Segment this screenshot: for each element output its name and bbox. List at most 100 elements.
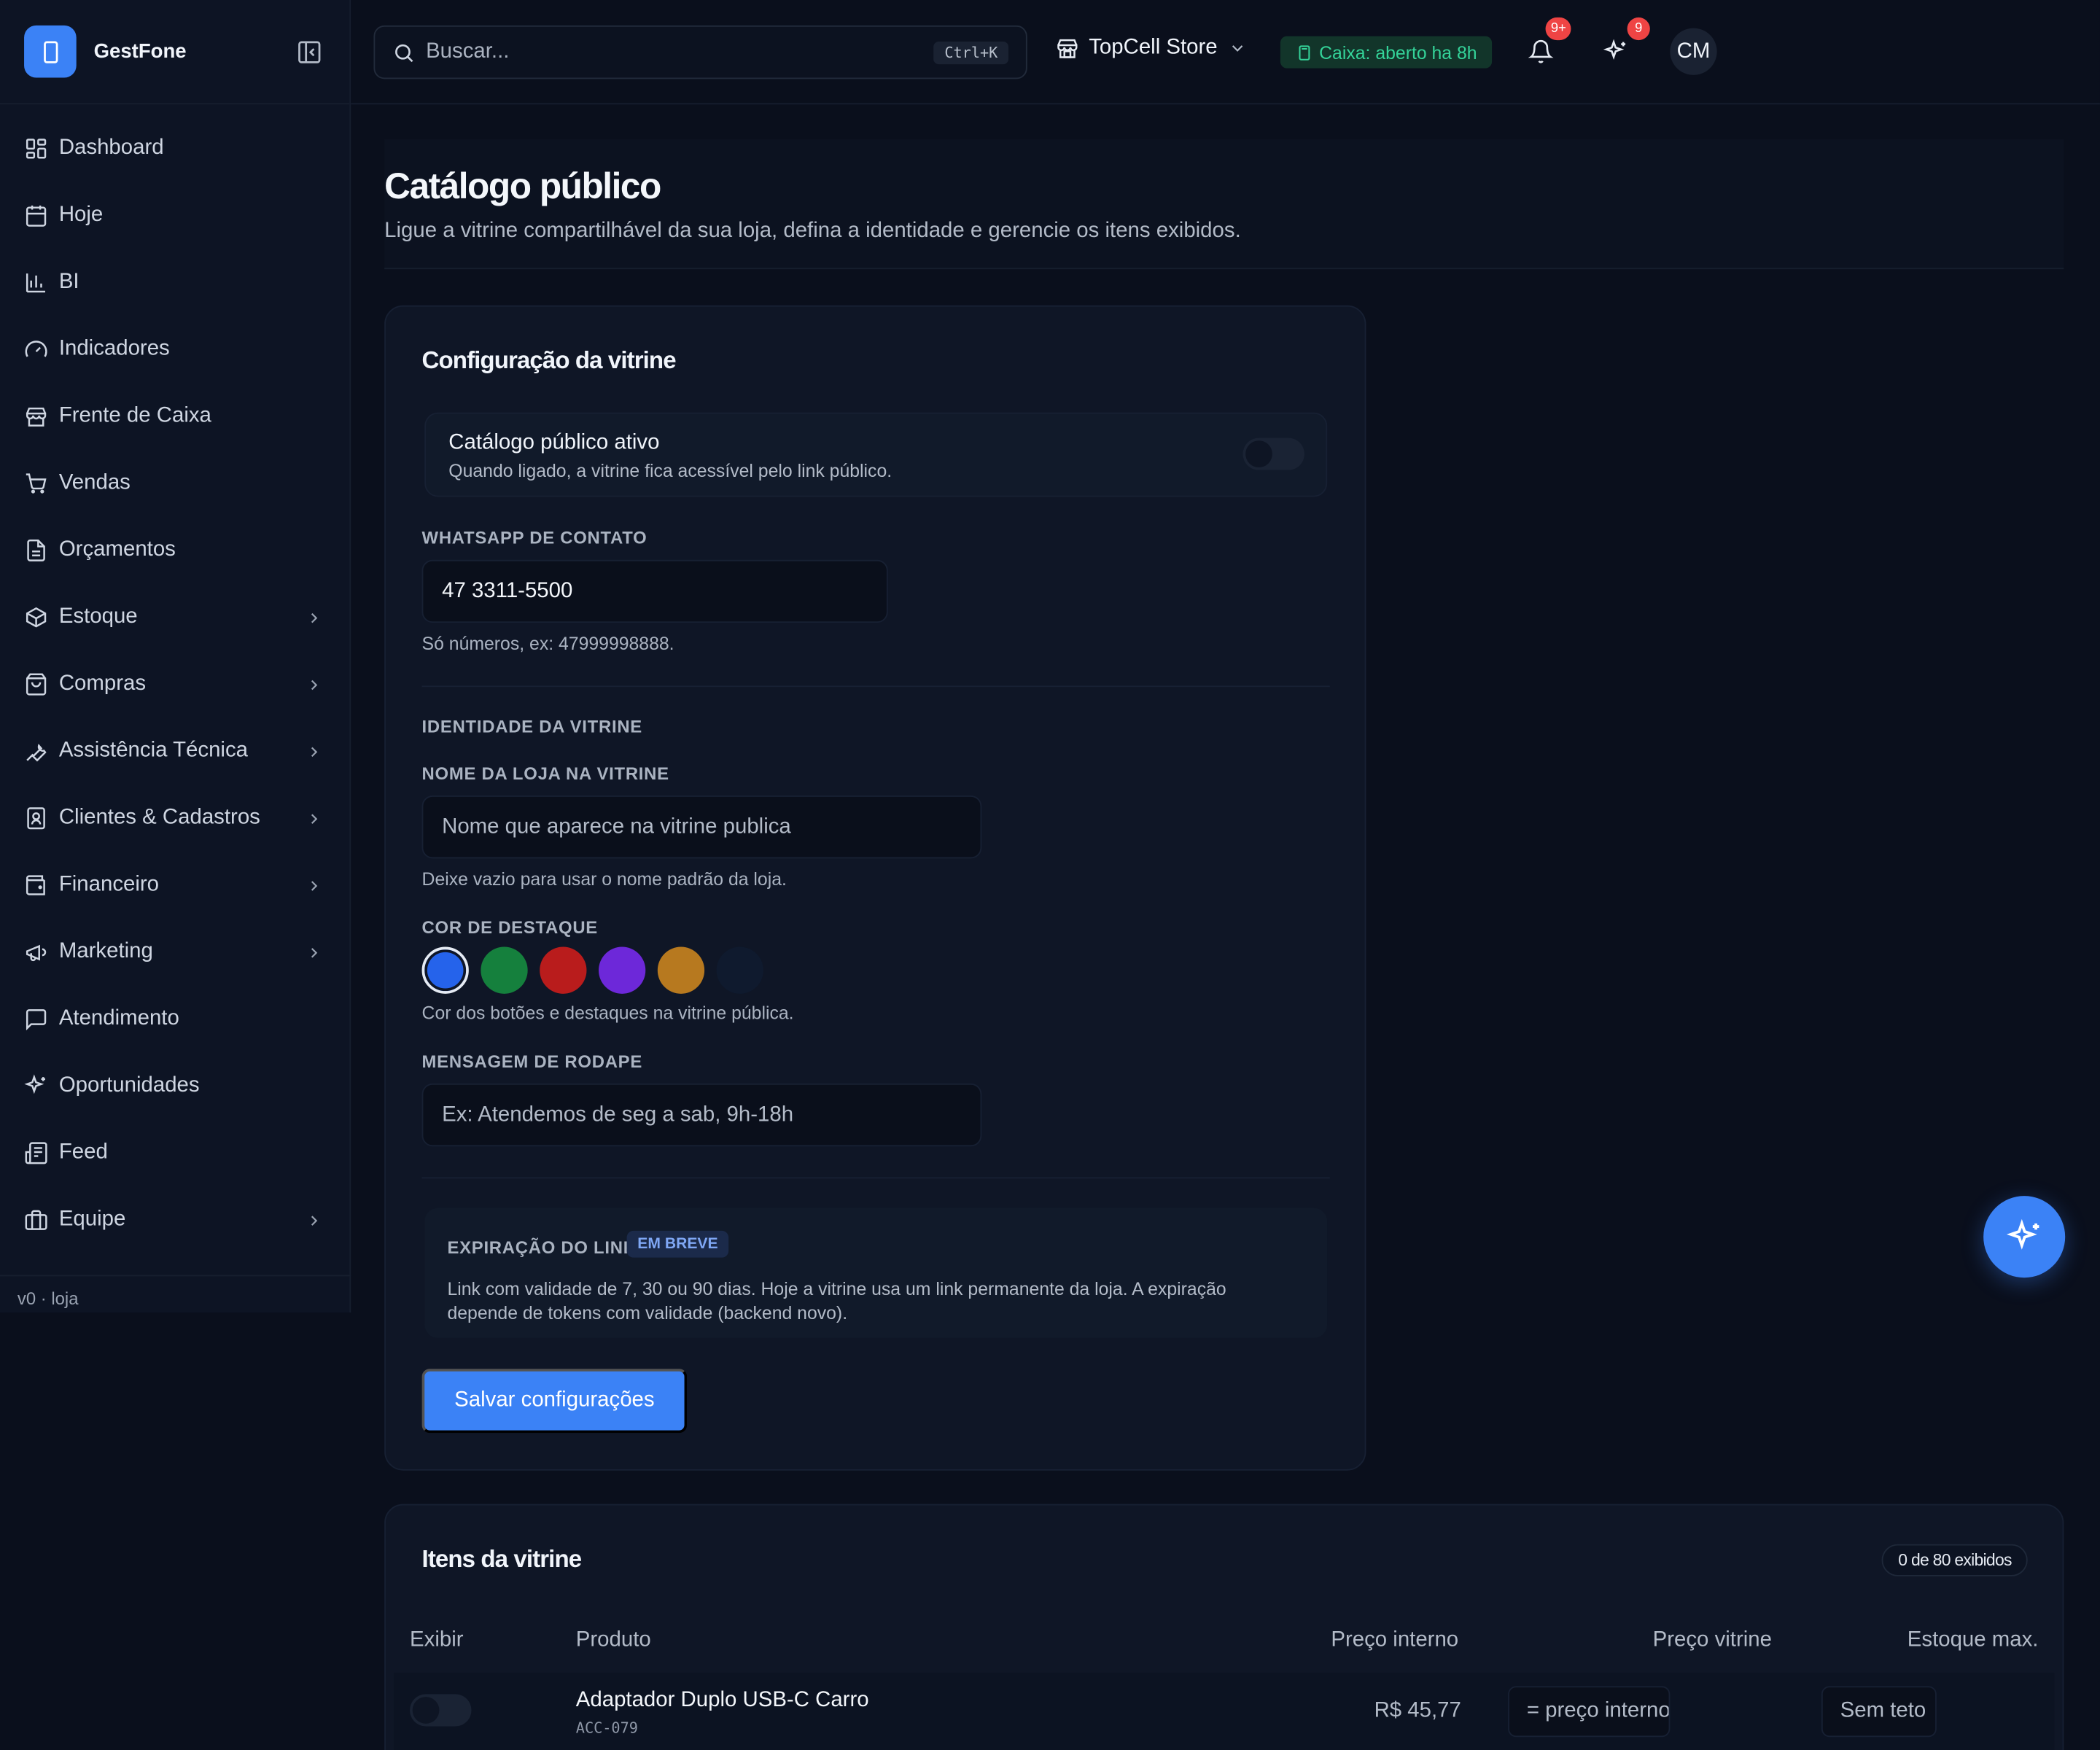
sidebar-item-label: Financeiro bbox=[58, 873, 160, 896]
search-input[interactable]: Buscar... Ctrl+K bbox=[373, 25, 1027, 79]
panel-left-icon bbox=[298, 40, 321, 63]
section-divider bbox=[421, 685, 1330, 688]
footer-message-label: MENSAGEM DE RODAPE bbox=[421, 1051, 643, 1072]
bell-icon bbox=[1528, 39, 1554, 63]
notifications-badge: 9+ bbox=[1545, 17, 1572, 41]
sidebar-item-label: Clientes & Cadastros bbox=[58, 806, 260, 829]
calendar-icon bbox=[24, 203, 48, 228]
store-icon bbox=[24, 405, 48, 429]
chevron-right-icon bbox=[311, 679, 318, 690]
wallet-icon bbox=[24, 874, 48, 898]
phone-logo-icon bbox=[24, 25, 77, 78]
sidebar-item-label: Compras bbox=[58, 672, 147, 696]
max-stock-input[interactable]: Sem teto bbox=[1821, 1686, 1937, 1738]
sidebar-item-dashboard[interactable]: Dashboard bbox=[0, 115, 349, 182]
sidebar-item-feed[interactable]: Feed bbox=[0, 1119, 349, 1186]
sidebar-item-label: Vendas bbox=[58, 471, 131, 494]
chevron-right-icon bbox=[311, 947, 318, 957]
column-header-max-stock[interactable]: Estoque max. bbox=[1908, 1628, 2039, 1652]
accent-color-swatch[interactable] bbox=[421, 946, 469, 994]
catalog-active-row: Catálogo público ativo Quando ligado, a … bbox=[424, 412, 1328, 497]
column-header-product[interactable]: Produto bbox=[576, 1628, 651, 1652]
sidebar-item-atendimento[interactable]: Atendimento bbox=[0, 986, 349, 1053]
sidebar-item-hoje[interactable]: Hoje bbox=[0, 182, 349, 249]
store-name: TopCell Store bbox=[1089, 36, 1218, 59]
newspaper-icon bbox=[24, 1141, 48, 1165]
store-icon bbox=[1057, 39, 1078, 58]
accent-color-swatch[interactable] bbox=[657, 946, 705, 994]
accent-color-label: COR DE DESTAQUE bbox=[421, 917, 598, 938]
sidebar-item-oportunidades[interactable]: Oportunidades bbox=[0, 1053, 349, 1120]
sidebar-divider bbox=[0, 1275, 351, 1277]
store-name-field[interactable]: Nome que aparece na vitrine publica bbox=[421, 795, 982, 859]
chevron-right-icon bbox=[311, 612, 318, 623]
opportunities-badge: 9 bbox=[1627, 17, 1650, 41]
sidebar-item-label: Orçamentos bbox=[58, 538, 176, 561]
sidebar-item-label: Feed bbox=[58, 1140, 108, 1164]
sidebar-item-label: Assistência Técnica bbox=[58, 739, 248, 763]
accent-color-swatch[interactable] bbox=[716, 946, 763, 994]
sidebar-item-clientes-cadastros[interactable]: Clientes & Cadastros bbox=[0, 785, 349, 852]
layout-grid-icon bbox=[24, 136, 48, 160]
store-selector[interactable]: TopCell Store bbox=[1055, 36, 1247, 61]
sparkles-icon bbox=[24, 1074, 48, 1098]
sidebar-item-financeiro[interactable]: Financeiro bbox=[0, 852, 349, 919]
sidebar-item-estoque[interactable]: Estoque bbox=[0, 584, 349, 651]
whatsapp-label: WHATSAPP DE CONTATO bbox=[421, 527, 648, 548]
chevron-right-icon bbox=[311, 880, 318, 890]
sidebar-item-indicadores[interactable]: Indicadores bbox=[0, 316, 349, 383]
store-name-hint: Deixe vazio para usar o nome padrão da l… bbox=[421, 869, 787, 890]
app-root: GestFone Dashboard Hoje BI Indicadores Frent… bbox=[0, 0, 2100, 1750]
avatar[interactable]: CM bbox=[1670, 28, 1717, 75]
accent-color-swatch[interactable] bbox=[599, 946, 646, 994]
vitrine-config-card: Configuração da vitrine Catálogo público… bbox=[384, 305, 1366, 1471]
whatsapp-field[interactable]: 47 3311-5500 bbox=[421, 559, 888, 623]
page-title: Catálogo público bbox=[384, 166, 661, 206]
config-card-title: Configuração da vitrine bbox=[421, 346, 677, 374]
sidebar-collapse-button[interactable] bbox=[293, 36, 325, 68]
assistant-fab-button[interactable] bbox=[1983, 1196, 2066, 1278]
sidebar-nav: Dashboard Hoje BI Indicadores Frente de Caix… bbox=[0, 104, 349, 1253]
sidebar-item-compras[interactable]: Compras bbox=[0, 651, 349, 718]
sidebar-item-assistencia-tecnica[interactable]: Assistência Técnica bbox=[0, 718, 349, 785]
sidebar-item-marketing[interactable]: Marketing bbox=[0, 919, 349, 986]
accent-color-swatch[interactable] bbox=[481, 946, 528, 994]
brand: GestFone bbox=[0, 0, 350, 105]
search-placeholder: Buscar... bbox=[426, 40, 510, 63]
column-header-show[interactable]: Exibir bbox=[410, 1628, 463, 1652]
shopping-bag-icon bbox=[24, 672, 48, 696]
sidebar-item-frente-de-caixa[interactable]: Frente de Caixa bbox=[0, 383, 349, 450]
footer-message-field[interactable]: Ex: Atendemos de seg a sab, 9h-18h bbox=[421, 1083, 982, 1147]
sidebar-item-label: Indicadores bbox=[58, 337, 170, 361]
accent-color-swatch[interactable] bbox=[540, 946, 587, 994]
chevron-right-icon bbox=[311, 813, 318, 823]
sidebar-item-bi[interactable]: BI bbox=[0, 249, 349, 316]
link-expiry-text: Link com validade de 7, 30 ou 90 dias. H… bbox=[447, 1279, 1226, 1323]
sidebar-item-label: Hoje bbox=[58, 203, 104, 227]
column-header-internal-price[interactable]: Preço interno bbox=[1331, 1628, 1458, 1652]
save-settings-button[interactable]: Salvar configurações bbox=[421, 1369, 688, 1434]
file-text-icon bbox=[24, 538, 48, 562]
column-header-vitrine-price[interactable]: Preço vitrine bbox=[1653, 1628, 1772, 1652]
page-header: Catálogo público Ligue a vitrine compart… bbox=[384, 139, 2064, 270]
link-expiry-label: EXPIRAÇÃO DO LINK bbox=[447, 1237, 637, 1258]
store-name-label: NOME DA LOJA NA VITRINE bbox=[421, 763, 669, 784]
sidebar-item-equipe[interactable]: Equipe bbox=[0, 1186, 349, 1253]
notifications-button[interactable]: 9+ bbox=[1528, 17, 1572, 71]
contact-icon bbox=[24, 806, 48, 831]
sidebar-item-orcamentos[interactable]: Orçamentos bbox=[0, 517, 349, 584]
vitrine-price-input[interactable]: = preço interno bbox=[1508, 1686, 1671, 1738]
catalog-active-toggle[interactable] bbox=[1242, 438, 1304, 470]
toggle-knob bbox=[412, 1697, 440, 1724]
sidebar-item-vendas[interactable]: Vendas bbox=[0, 450, 349, 517]
sidebar-item-label: Frente de Caixa bbox=[58, 404, 211, 427]
sidebar-item-label: Marketing bbox=[58, 940, 153, 963]
caixa-status-badge[interactable]: Caixa: aberto ha 8h bbox=[1280, 36, 1492, 69]
opportunities-button[interactable]: 9 bbox=[1603, 17, 1650, 71]
product-sku: ACC-079 bbox=[575, 1719, 638, 1738]
app-version: v0 · loja bbox=[17, 1288, 79, 1309]
sidebar-item-label: Dashboard bbox=[58, 136, 164, 160]
show-item-toggle[interactable] bbox=[410, 1694, 472, 1727]
items-card-title: Itens da vitrine bbox=[421, 1545, 583, 1573]
page-subtitle: Ligue a vitrine compartilhável da sua lo… bbox=[384, 219, 1241, 243]
